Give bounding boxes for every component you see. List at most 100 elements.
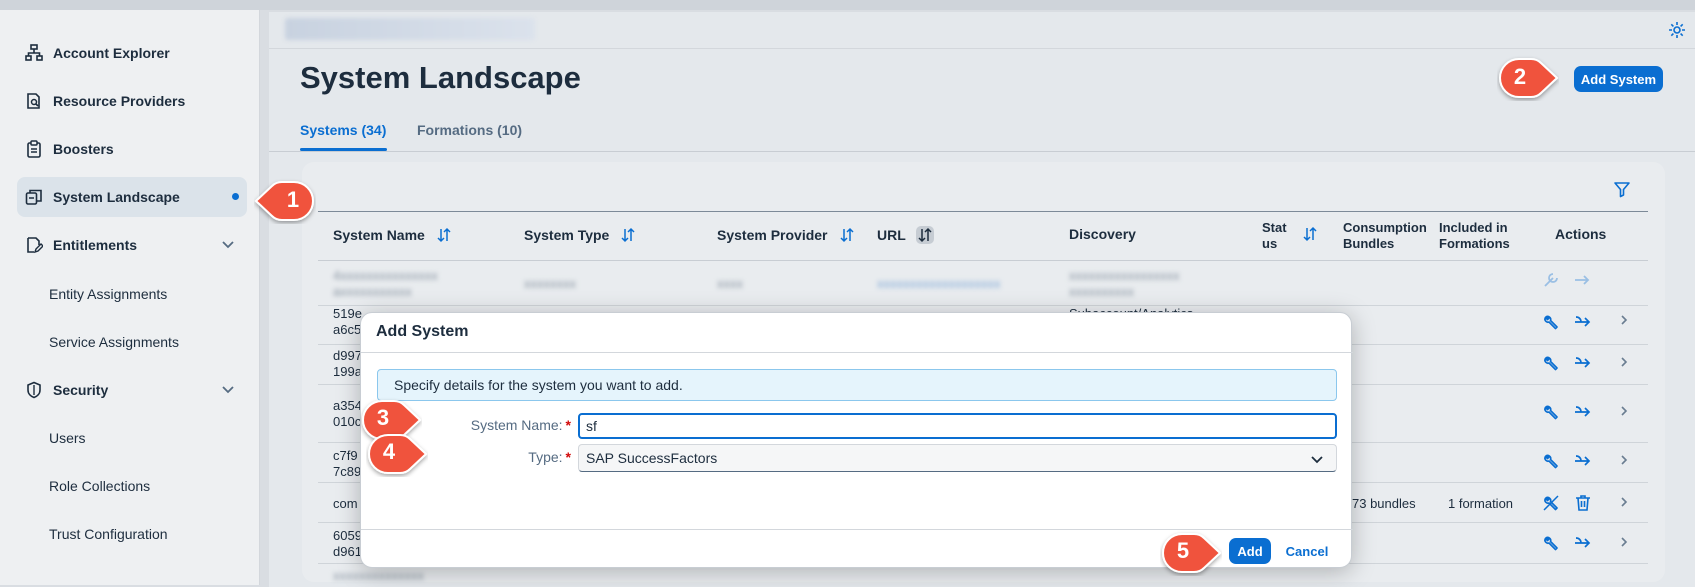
register-icon[interactable] — [1573, 402, 1593, 422]
sidebar-item-label: Security — [53, 382, 109, 398]
register-icon[interactable] — [1573, 312, 1593, 332]
table-row[interactable]: 6059 d961 — [333, 528, 362, 560]
table-row[interactable]: com — [333, 496, 358, 512]
wrench-icon[interactable] — [1541, 312, 1561, 332]
chevron-right-icon[interactable] — [1617, 404, 1637, 424]
bundles-cell: 73 bundles — [1352, 496, 1416, 511]
table-row[interactable]: c7f9 7c89 — [333, 448, 361, 480]
sidebar-item-label: Account Explorer — [53, 45, 170, 61]
sort-icon[interactable] — [619, 226, 637, 244]
edit-icon — [1541, 270, 1561, 290]
sidebar-item-label: Resource Providers — [53, 93, 186, 109]
document-search-icon — [23, 90, 45, 112]
chevron-down-icon — [1310, 452, 1324, 469]
callout-5-number: 5 — [1176, 538, 1190, 563]
sidebar-item-entity-assignments[interactable]: Entity Assignments — [49, 278, 167, 310]
info-message: Specify details for the system you want … — [377, 369, 1337, 401]
add-button[interactable]: Add — [1229, 538, 1271, 564]
column-header-system-type[interactable]: System Type — [524, 226, 637, 244]
forward-icon — [1573, 270, 1593, 290]
blurred-cell: xxxxxxxxxxxxxxxxx xxxxxxxxxx — [1069, 268, 1180, 299]
wrench-icon[interactable] — [1541, 451, 1561, 471]
chevron-right-icon[interactable] — [1617, 495, 1637, 515]
entitlement-icon — [23, 234, 45, 256]
blurred-cell: xxxxxxxx — [524, 276, 576, 291]
divider — [318, 260, 1648, 261]
column-header-status[interactable]: Stat us — [1262, 220, 1287, 252]
sidebar-item-resource-providers[interactable]: Resource Providers — [17, 81, 247, 121]
sidebar-item-entitlements[interactable]: Entitlements — [17, 225, 247, 265]
sidebar-item-security[interactable]: Security — [17, 370, 247, 410]
sidebar-item-system-landscape[interactable]: System Landscape — [17, 177, 247, 217]
table-row[interactable]: a354 010c — [333, 398, 362, 430]
dialog-title: Add System — [376, 323, 469, 340]
chevron-down-icon[interactable] — [221, 237, 235, 254]
sort-icon[interactable] — [435, 226, 453, 244]
hierarchy-icon — [23, 42, 45, 64]
column-header-discovery[interactable]: Discovery — [1069, 226, 1136, 242]
type-label: Type: * — [528, 449, 571, 465]
register-icon[interactable] — [1573, 451, 1593, 471]
chevron-right-icon[interactable] — [1617, 313, 1637, 333]
wrench-crossed-icon[interactable] — [1541, 493, 1561, 513]
sidebar-item-service-assignments[interactable]: Service Assignments — [49, 326, 179, 358]
divider — [318, 211, 1648, 212]
system-name-input[interactable] — [578, 413, 1337, 439]
column-header-url[interactable]: URL — [877, 226, 934, 244]
column-header-system-provider[interactable]: System Provider — [717, 226, 856, 244]
divider — [318, 305, 1648, 306]
top-strip — [0, 0, 1695, 10]
blurred-cell: xxxx — [717, 276, 743, 291]
sidebar-item-label: Boosters — [53, 141, 114, 157]
sidebar-item-users[interactable]: Users — [49, 422, 86, 454]
blurred-cell: xxxxxxxxxxxxxxxxxxx — [877, 276, 1001, 291]
sidebar-item-trust-configuration[interactable]: Trust Configuration — [49, 518, 168, 550]
wrench-icon[interactable] — [1541, 533, 1561, 553]
sort-icon[interactable] — [1302, 226, 1318, 247]
table-row[interactable]: 519e a6c5 — [333, 306, 362, 338]
sort-icon[interactable] — [838, 226, 856, 244]
wrench-icon[interactable] — [1541, 402, 1561, 422]
sidebar-item-label: System Landscape — [53, 189, 180, 205]
register-icon[interactable] — [1573, 353, 1593, 373]
divider — [361, 352, 1353, 353]
sidebar-item-account-explorer[interactable]: Account Explorer — [17, 33, 247, 73]
chevron-down-icon[interactable] — [221, 382, 235, 399]
required-marker: * — [565, 417, 571, 433]
table-row[interactable]: d997 199a — [333, 348, 362, 380]
sidebar-item-role-collections[interactable]: Role Collections — [49, 470, 150, 502]
clipboard-icon — [23, 138, 45, 160]
column-header-actions: Actions — [1555, 226, 1607, 242]
required-marker: * — [565, 449, 571, 465]
chevron-right-icon[interactable] — [1617, 535, 1637, 555]
tab-formations[interactable]: Formations (10) — [417, 122, 522, 138]
column-header-consumption-bundles[interactable]: Consumption Bundles — [1343, 220, 1427, 252]
cancel-button[interactable]: Cancel — [1279, 538, 1335, 564]
gear-icon[interactable] — [1667, 20, 1687, 40]
wrench-icon[interactable] — [1541, 353, 1561, 373]
callout-3-number: 3 — [376, 405, 390, 430]
system-name-label: System Name: * — [470, 417, 571, 433]
add-system-button[interactable]: Add System — [1574, 66, 1663, 92]
divider — [269, 48, 1695, 49]
filter-icon[interactable] — [1613, 180, 1631, 198]
callout-4-number: 4 — [382, 439, 396, 464]
sort-icon[interactable] — [915, 226, 934, 244]
blurred-cell: xxxxxxxxxxxxxx — [333, 568, 424, 583]
breadcrumb — [285, 18, 535, 40]
register-icon[interactable] — [1573, 533, 1593, 553]
chevron-right-icon[interactable] — [1617, 453, 1637, 473]
sidebar-item-boosters[interactable]: Boosters — [17, 129, 247, 169]
column-header-system-name[interactable]: System Name — [333, 226, 453, 244]
tab-systems[interactable]: Systems (34) — [300, 122, 386, 138]
type-select[interactable]: SAP SuccessFactors — [578, 444, 1337, 472]
callout-2-number: 2 — [1513, 64, 1527, 89]
blurred-cell: 4xxxxxxxxxxxxxxx axxxxxxxxxxx — [333, 268, 438, 299]
divider — [269, 151, 1695, 152]
delete-icon[interactable] — [1573, 493, 1593, 513]
formations-cell: 1 formation — [1448, 496, 1514, 511]
chevron-right-icon[interactable] — [1617, 355, 1637, 375]
page-title: System Landscape — [300, 60, 581, 95]
callout-1: 1 — [254, 178, 316, 224]
column-header-included-in-formations[interactable]: Included in Formations — [1439, 220, 1510, 252]
